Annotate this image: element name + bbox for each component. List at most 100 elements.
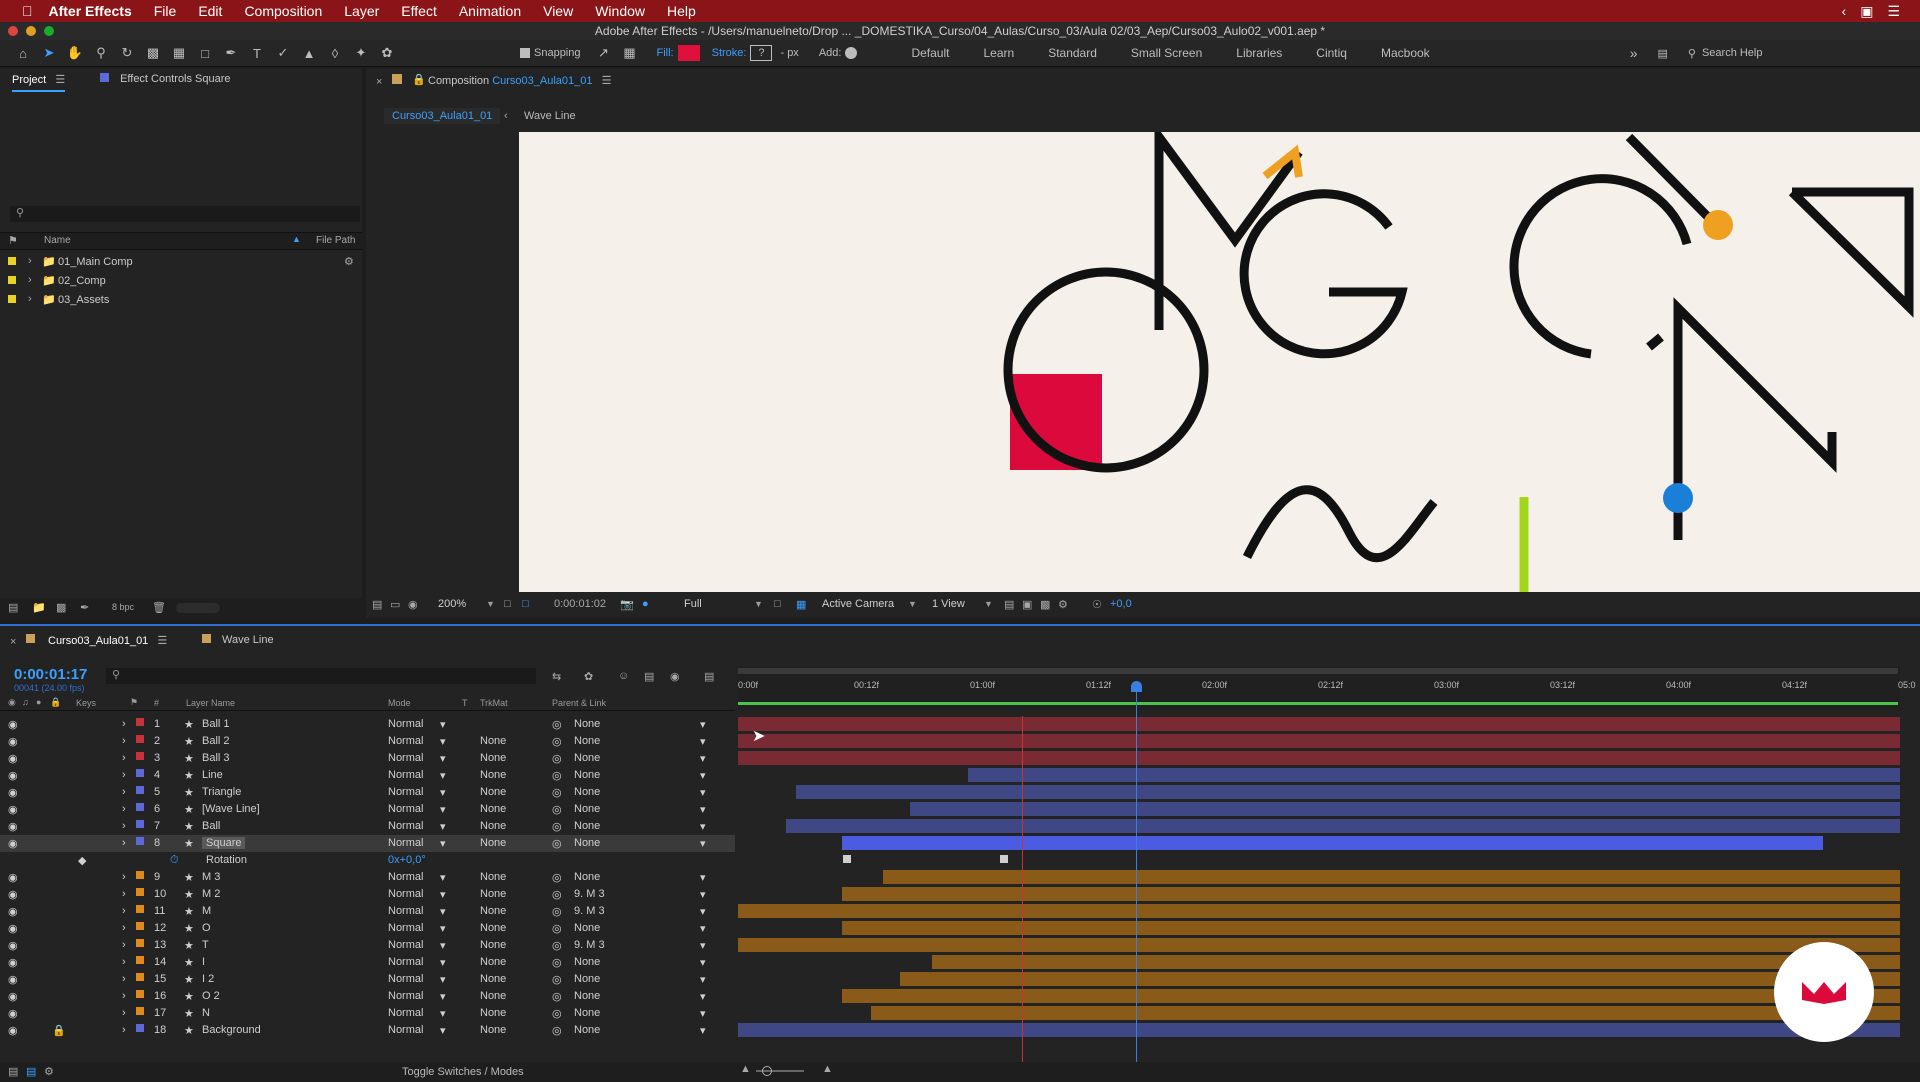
expand-arrow-icon[interactable]: › [122,1007,126,1019]
chevron-down-icon[interactable]: ▼ [984,599,993,609]
viewer-tab[interactable]: Composition Curso03_Aula01_01 ☰ [428,74,611,87]
label-color-chip[interactable] [136,973,144,981]
visibility-eye-icon[interactable]: ◉ [8,786,18,799]
lock-switch-icon[interactable]: 🔒 [50,697,61,708]
workspace-learn[interactable]: Learn [983,46,1014,60]
layer-row[interactable]: ◉ › 8 ★ Square Normal ▾ None ◎ None ▾ [0,835,735,852]
layer-row[interactable]: ◉ › 1 ★ Ball 1 Normal ▾ ◎ None ▾ [0,716,735,733]
search-help-input[interactable]: Search Help [1702,47,1763,59]
view-layout-select[interactable]: 1 View [932,598,965,610]
layer-switches-icon[interactable]: ▤ [8,1065,18,1078]
chevron-down-icon[interactable]: ▾ [440,1024,446,1037]
trkmat-select[interactable]: None [480,973,506,985]
layer-name[interactable]: Ball 2 [202,735,230,747]
sort-ascending-icon[interactable]: ▲ [292,234,301,244]
label-column-icon[interactable]: ⚑ [130,697,138,708]
rotation-value[interactable]: 0x+0,0° [388,854,426,866]
expand-arrow-icon[interactable]: › [122,786,126,798]
layer-duration-bar[interactable] [883,870,1900,884]
menu-animation[interactable]: Animation [459,3,521,19]
menu-composition[interactable]: Composition [244,3,322,19]
menu-edit[interactable]: Edit [198,3,222,19]
layer-duration-bar[interactable] [871,1006,1900,1020]
control-center-icon[interactable]: ☰ [1887,3,1900,20]
audio-switch-icon[interactable]: ♫ [22,697,29,707]
chevron-down-icon[interactable]: ▾ [440,837,446,850]
eraser-tool-icon[interactable]: ◊ [326,44,344,62]
trkmat-select[interactable]: None [480,820,506,832]
chevron-down-icon[interactable]: ▾ [440,939,446,952]
layer-duration-bar[interactable] [738,938,1900,952]
pick-whip-icon[interactable]: ◎ [552,820,562,833]
chevron-down-icon[interactable]: ▾ [440,922,446,935]
app-menu[interactable]: After Effects [49,3,132,19]
layer-row[interactable]: ◉ › 17 ★ N Normal ▾ None ◎ None ▾ [0,1005,735,1022]
add-icon[interactable] [845,47,858,59]
chevron-down-icon[interactable]: ▾ [700,735,706,748]
adjust-project-icon[interactable]: ✒ [80,601,89,614]
zoom-in-icon[interactable]: ▲ [822,1063,833,1075]
snapping-checkbox[interactable] [520,48,530,58]
menu-help[interactable]: Help [667,3,696,19]
chevron-down-icon[interactable]: ▾ [700,803,706,816]
work-area-bar[interactable] [738,668,1898,674]
pick-whip-icon[interactable]: ◎ [552,922,562,935]
clone-stamp-tool-icon[interactable]: ▲ [300,44,318,62]
trkmat-select[interactable]: None [480,905,506,917]
chevron-down-icon[interactable]: ▾ [440,769,446,782]
blend-mode-select[interactable]: Normal [388,786,423,798]
label-color-chip[interactable] [136,922,144,930]
chevron-down-icon[interactable]: ▾ [440,888,446,901]
layer-duration-bar[interactable] [738,904,1900,918]
transparency-grid-icon[interactable]: ▦ [796,598,806,611]
roto-brush-tool-icon[interactable]: ✦ [352,44,370,62]
flowchart-icon[interactable]: ⚙ [1058,598,1068,611]
chevron-down-icon[interactable]: ▾ [700,752,706,765]
fit-icon[interactable]: □ [504,598,511,610]
expand-arrow-icon[interactable]: › [122,718,126,730]
layer-duration-bar[interactable] [842,887,1900,901]
blend-mode-select[interactable]: Normal [388,990,423,1002]
close-icon[interactable]: × [10,636,16,648]
expand-arrow-icon[interactable]: › [28,293,32,305]
trkmat-select[interactable]: None [480,990,506,1002]
zoom-level[interactable]: 200% [438,598,466,610]
pick-whip-icon[interactable]: ◎ [552,905,562,918]
workspace-small-screen[interactable]: Small Screen [1131,46,1202,60]
pick-whip-icon[interactable]: ◎ [552,735,562,748]
time-ruler[interactable]: 0:00f 00:12f 01:00f 01:12f 02:00f 02:12f 03:00… [738,666,1916,710]
expand-arrow-icon[interactable]: › [122,939,126,951]
snap-features-icon[interactable]: ▦ [621,44,639,62]
new-folder-icon[interactable]: 📁 [32,601,46,614]
layer-name[interactable]: I 2 [202,973,214,985]
chevron-down-icon[interactable]: ▼ [486,599,495,609]
layer-row[interactable]: ◉ › 13 ★ T Normal ▾ None ◎ 9. M 3 ▾ [0,937,735,954]
chevron-down-icon[interactable]: ▾ [440,718,446,731]
keyframe-nav-icon[interactable]: ◆ [78,854,86,867]
breadcrumb-comp[interactable]: Curso03_Aula01_01 [384,108,501,124]
pick-whip-icon[interactable]: ◎ [552,837,562,850]
fill-swatch[interactable] [677,45,700,61]
layer-duration-bar[interactable] [738,751,1900,765]
layer-name[interactable]: M [202,905,211,917]
parent-select[interactable]: None [574,990,600,1002]
visibility-eye-icon[interactable]: ◉ [8,803,18,816]
parent-select[interactable]: None [574,1007,600,1019]
expand-arrow-icon[interactable]: › [122,973,126,985]
expand-arrow-icon[interactable]: › [122,803,126,815]
pick-whip-icon[interactable]: ◎ [552,871,562,884]
parent-select[interactable]: None [574,803,600,815]
pick-whip-icon[interactable]: ◎ [552,973,562,986]
keyframe[interactable] [1000,855,1008,863]
tab-effect-controls[interactable]: Effect Controls Square [100,73,231,85]
solo-switch-icon[interactable]: ● [36,697,41,707]
chevron-down-icon[interactable]: ▾ [440,973,446,986]
expand-arrow-icon[interactable]: › [122,735,126,747]
pick-whip-icon[interactable]: ◎ [552,752,562,765]
chevron-down-icon[interactable]: ▼ [754,599,763,609]
tab-project[interactable]: Project ☰ [12,73,66,92]
menu-window[interactable]: Window [595,3,645,19]
expand-arrow-icon[interactable]: › [122,769,126,781]
selection-tool-icon[interactable]: ➤ [40,44,58,62]
color-channels-icon[interactable]: ● [642,598,649,610]
